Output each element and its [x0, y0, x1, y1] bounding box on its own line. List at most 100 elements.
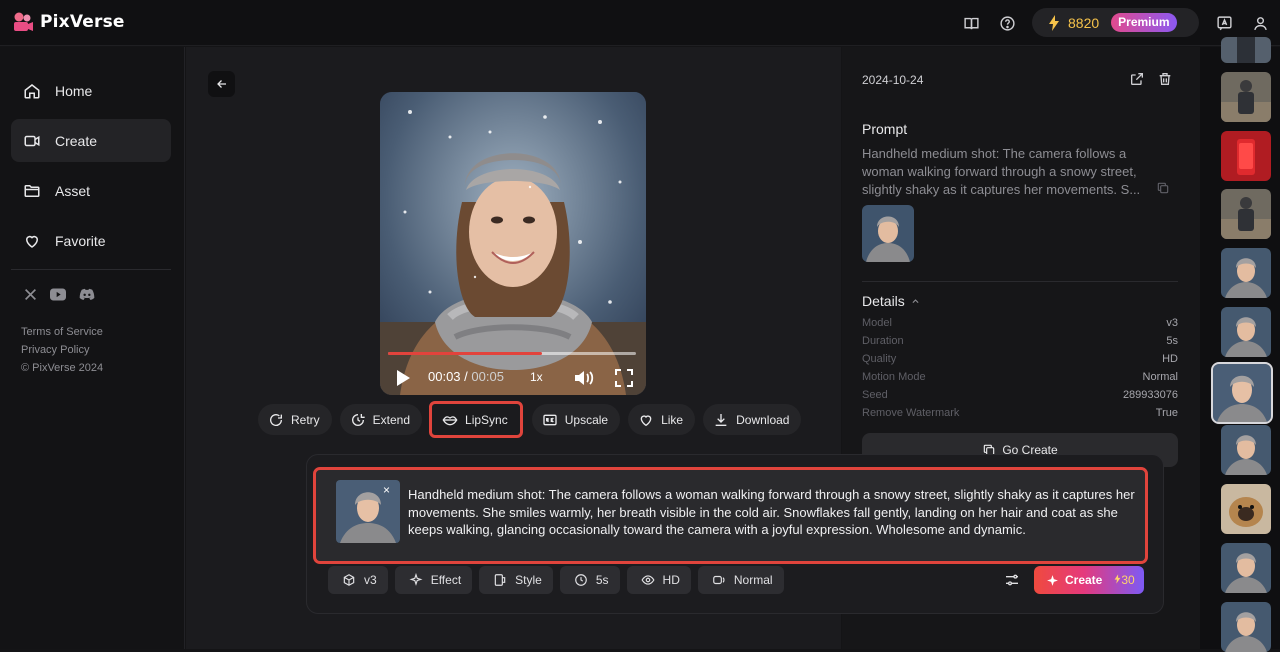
- credits-count: 8820: [1068, 14, 1100, 31]
- chevron-up-icon: [912, 298, 919, 303]
- details-heading: Details: [862, 293, 905, 309]
- detail-value: Normal: [1142, 371, 1178, 383]
- history-thumbnail[interactable]: [1221, 484, 1271, 534]
- video-progress-fill: [388, 352, 542, 355]
- motion-chip[interactable]: Normal: [697, 566, 784, 594]
- style-chip[interactable]: Style: [479, 566, 553, 594]
- sidebar-item-create[interactable]: Create: [11, 119, 171, 162]
- help-icon[interactable]: [995, 11, 1019, 35]
- lipsync-label: LipSync: [465, 412, 508, 427]
- pixverse-logo-icon: [12, 11, 34, 33]
- create-button[interactable]: Create 30: [1034, 566, 1144, 594]
- history-thumbnail[interactable]: [1221, 72, 1271, 122]
- sidebar: Home Create Asset Favorite Terms of Serv…: [0, 47, 185, 649]
- copy-icon[interactable]: [1156, 181, 1170, 195]
- youtube-icon[interactable]: [50, 288, 66, 301]
- prompt-text: Handheld medium shot: The camera follows…: [862, 146, 1141, 197]
- lightning-icon: [1049, 14, 1059, 31]
- sidebar-links: Terms of Service Privacy Policy © PixVer…: [21, 323, 103, 377]
- create-label: Create: [1065, 573, 1103, 587]
- fullscreen-icon[interactable]: [615, 369, 633, 387]
- extend-label: Extend: [372, 412, 411, 427]
- sidebar-item-home[interactable]: Home: [11, 69, 171, 112]
- history-thumbnail[interactable]: [1221, 307, 1271, 357]
- top-bar: PixVerse 8820 Premium: [0, 0, 1280, 46]
- copyright-text: © PixVerse 2024: [21, 362, 104, 374]
- upscale-button[interactable]: Upscale: [531, 404, 621, 435]
- motion-icon: [713, 575, 725, 585]
- detail-value: 5s: [1166, 335, 1178, 347]
- back-button[interactable]: [208, 71, 235, 97]
- reference-image[interactable]: [336, 480, 400, 543]
- detail-row-remove-watermark: Remove Watermark True: [862, 407, 1178, 419]
- lipsync-button[interactable]: LipSync: [429, 401, 523, 438]
- sparkle-icon: [1047, 574, 1058, 586]
- model-chip[interactable]: v3: [328, 566, 388, 594]
- remove-image-button[interactable]: ×: [383, 483, 390, 497]
- retry-label: Retry: [291, 412, 320, 427]
- privacy-link[interactable]: Privacy Policy: [21, 341, 103, 359]
- create-cost-value: 30: [1121, 573, 1135, 587]
- feedback-icon[interactable]: [1212, 11, 1236, 35]
- details-toggle[interactable]: Details: [862, 293, 920, 309]
- detail-row-quality: Quality HD: [862, 353, 1178, 365]
- detail-key: Duration: [862, 335, 904, 347]
- play-icon[interactable]: [395, 369, 411, 387]
- history-thumbnail[interactable]: [1221, 37, 1271, 63]
- motion-chip-label: Normal: [733, 573, 773, 587]
- docs-icon[interactable]: [959, 11, 983, 35]
- discord-icon[interactable]: [79, 288, 95, 301]
- quality-chip[interactable]: HD: [626, 566, 691, 594]
- history-thumbnail[interactable]: [1221, 248, 1271, 298]
- prompt-input-area[interactable]: × Handheld medium shot: The camera follo…: [313, 467, 1148, 564]
- settings-sliders-icon[interactable]: [1004, 572, 1020, 588]
- panel-divider: [862, 281, 1178, 282]
- detail-row-duration: Duration 5s: [862, 335, 1178, 347]
- detail-key: Seed: [862, 389, 888, 401]
- share-icon[interactable]: [1129, 71, 1145, 87]
- prompt-textarea[interactable]: Handheld medium shot: The camera follows…: [408, 486, 1140, 539]
- like-label: Like: [661, 412, 684, 427]
- history-thumbnail[interactable]: [1221, 602, 1271, 652]
- retry-button[interactable]: Retry: [258, 404, 332, 435]
- trash-icon[interactable]: [1157, 71, 1173, 87]
- heart-icon: [640, 414, 652, 426]
- download-button[interactable]: Download: [703, 404, 802, 435]
- sidebar-item-label: Home: [55, 82, 93, 99]
- prompt-reference-image[interactable]: [862, 205, 914, 262]
- playback-speed[interactable]: 1x: [530, 370, 543, 384]
- prompt-heading: Prompt: [862, 121, 908, 137]
- time-separator: /: [464, 369, 468, 384]
- duration-chip[interactable]: 5s: [559, 566, 620, 594]
- history-thumbnail[interactable]: [1221, 425, 1271, 475]
- history-thumbnail[interactable]: [1221, 131, 1271, 181]
- detail-row-model: Model v3: [862, 317, 1178, 329]
- cube-icon: [343, 574, 355, 586]
- detail-row-seed: Seed 289933076: [862, 389, 1178, 401]
- x-icon[interactable]: [24, 288, 37, 301]
- logo[interactable]: PixVerse: [12, 11, 125, 33]
- video-player[interactable]: 00:03 / 00:05 1x: [380, 92, 646, 395]
- effect-chip[interactable]: Effect: [394, 566, 473, 594]
- arrow-left-icon: [216, 80, 226, 88]
- history-thumbnail[interactable]: [1221, 543, 1271, 593]
- extend-button[interactable]: Extend: [339, 404, 423, 435]
- video-actions: Retry Extend LipSync Upscale Like Downlo…: [258, 401, 802, 438]
- video-time: 00:03 / 00:05: [428, 369, 504, 384]
- premium-badge[interactable]: Premium: [1111, 13, 1177, 32]
- user-icon[interactable]: [1248, 11, 1272, 35]
- retry-icon: [270, 413, 283, 426]
- credits-badge[interactable]: 8820 Premium: [1032, 8, 1199, 37]
- history-thumbnail[interactable]: [1221, 189, 1271, 239]
- terms-link[interactable]: Terms of Service: [21, 323, 103, 341]
- volume-icon[interactable]: [574, 369, 594, 387]
- sidebar-item-favorite[interactable]: Favorite: [11, 219, 171, 262]
- like-button[interactable]: Like: [628, 404, 696, 435]
- heart-icon: [25, 235, 39, 248]
- history-thumbnail-selected[interactable]: [1211, 362, 1273, 424]
- sidebar-item-label: Favorite: [55, 232, 106, 249]
- video-progress-bar[interactable]: [388, 352, 636, 355]
- extend-icon: [351, 413, 365, 426]
- app-name: PixVerse: [40, 12, 125, 32]
- sidebar-item-asset[interactable]: Asset: [11, 169, 171, 212]
